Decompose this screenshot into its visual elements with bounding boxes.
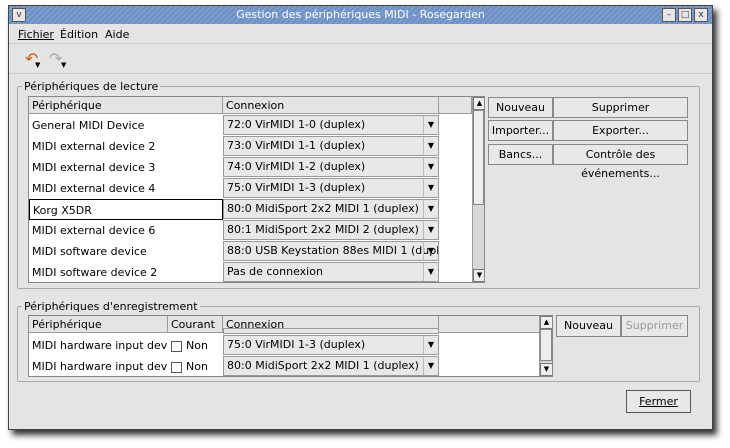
undo-dropdown-icon[interactable]: ▼ [35, 61, 40, 69]
record-legend: Périphériques d'enregistrement [24, 300, 198, 313]
device-name[interactable]: MIDI external device 4 [29, 178, 223, 199]
device-name[interactable]: MIDI external device 2 [29, 136, 223, 157]
playback-devices-table: Périphérique Connexion General MIDI Devi… [28, 96, 485, 283]
chevron-down-icon: ▼ [423, 137, 438, 155]
scroll-up-icon[interactable]: ▲ [540, 316, 552, 329]
record-new-button[interactable]: Nouveau [556, 315, 621, 337]
table-row[interactable]: MIDI software device 88:0 USB Keystation… [29, 241, 472, 262]
partial-row-combo [223, 328, 439, 334]
chevron-down-icon: ▼ [423, 179, 438, 197]
menu-edition[interactable]: Édition [60, 28, 98, 41]
chevron-down-icon: ▼ [423, 116, 438, 134]
header-connection[interactable]: Connexion [223, 97, 439, 114]
connection-select[interactable]: 80:1 MidiSport 2x2 MIDI 2 (duplex) ▼ [223, 220, 439, 240]
playback-legend: Périphériques de lecture [24, 80, 159, 93]
export-button[interactable]: Exporter... [553, 120, 688, 141]
scroll-up-icon[interactable]: ▲ [473, 97, 484, 110]
chevron-down-icon: ▼ [423, 158, 438, 176]
close-button[interactable]: Fermer [626, 390, 691, 413]
table-row[interactable]: General MIDI Device 72:0 VirMIDI 1-0 (du… [29, 115, 472, 136]
chevron-down-icon: ▼ [423, 263, 438, 281]
connection-select[interactable]: 73:0 VirMIDI 1-1 (duplex) ▼ [223, 136, 439, 156]
record-delete-button[interactable]: Supprimer [621, 315, 688, 337]
header-current[interactable]: Courant [168, 316, 223, 333]
connection-value: 80:1 MidiSport 2x2 MIDI 2 (duplex) [227, 223, 419, 236]
connection-select[interactable]: 75:0 VirMIDI 1-3 (duplex) ▼ [223, 178, 439, 198]
connection-select[interactable]: 88:0 USB Keystation 88es MIDI 1 (duplex)… [223, 241, 439, 261]
table-row[interactable]: MIDI hardware input device 5 Non 80:0 Mi… [29, 356, 539, 376]
window-menu-icon[interactable]: v [12, 8, 26, 22]
title-bar[interactable]: v Gestion des périphériques MIDI - Roseg… [9, 6, 712, 24]
minimize-icon[interactable]: – [662, 8, 676, 22]
connection-value: 74:0 VirMIDI 1-2 (duplex) [227, 160, 366, 173]
table-row[interactable]: Korg X5DR 80:0 MidiSport 2x2 MIDI 1 (dup… [29, 199, 472, 220]
connection-value: Pas de connexion [227, 265, 323, 278]
connection-select[interactable]: 75:0 VirMIDI 1-3 (duplex) ▼ [223, 335, 439, 355]
toolbar: ↶ ▼ ↷ ▼ [9, 46, 712, 74]
menu-aide[interactable]: Aide [105, 28, 129, 41]
chevron-down-icon: ▼ [423, 221, 438, 239]
device-name[interactable]: MIDI external device 3 [29, 157, 223, 178]
header-filler [439, 97, 472, 114]
chevron-down-icon: ▼ [423, 336, 438, 354]
device-name[interactable]: MIDI software device [29, 241, 223, 262]
table-row[interactable]: MIDI external device 6 80:1 MidiSport 2x… [29, 220, 472, 241]
chevron-down-icon: ▼ [423, 200, 438, 218]
chevron-down-icon: ▼ [423, 357, 438, 375]
banks-button[interactable]: Bancs... [488, 144, 553, 165]
device-name[interactable]: MIDI external device 6 [29, 220, 223, 241]
checkbox[interactable] [171, 340, 182, 352]
connection-value: 73:0 VirMIDI 1-1 (duplex) [227, 139, 366, 152]
table-row[interactable]: MIDI software device 2 Pas de connexion ▼ [29, 262, 472, 282]
playback-scrollbar[interactable]: ▲ ▼ [472, 97, 484, 282]
scrollbar-thumb[interactable] [473, 110, 484, 205]
connection-value: 75:0 VirMIDI 1-3 (duplex) [227, 338, 366, 351]
table-row[interactable]: MIDI hardware input device 4 Non 75:0 Vi… [29, 335, 539, 356]
header-device[interactable]: Périphérique [29, 97, 223, 114]
playback-delete-button[interactable]: Supprimer [553, 97, 688, 118]
record-scrollbar[interactable]: ▲ ▼ [539, 316, 552, 376]
connection-select[interactable]: Pas de connexion ▼ [223, 262, 439, 282]
scrollbar-thumb[interactable] [540, 329, 552, 361]
connection-select[interactable]: 80:0 MidiSport 2x2 MIDI 1 (duplex) ▼ [223, 356, 439, 376]
scroll-down-icon[interactable]: ▼ [540, 363, 552, 376]
table-row[interactable]: MIDI external device 4 75:0 VirMIDI 1-3 … [29, 178, 472, 199]
close-label: Fermer [639, 395, 678, 408]
current-label: Non [186, 360, 208, 373]
header-filler [439, 316, 540, 333]
current-checkbox[interactable]: Non [168, 356, 223, 376]
menu-fichier[interactable]: Fichier [18, 28, 54, 41]
playback-new-button[interactable]: Nouveau [488, 97, 553, 118]
maximize-icon[interactable]: □ [678, 8, 692, 22]
device-name[interactable]: MIDI hardware input device 5 [29, 356, 168, 376]
table-row[interactable]: MIDI external device 3 74:0 VirMIDI 1-2 … [29, 157, 472, 178]
checkbox[interactable] [171, 361, 182, 373]
device-name[interactable]: Korg X5DR [29, 199, 223, 220]
connection-value: 75:0 VirMIDI 1-3 (duplex) [227, 181, 366, 194]
current-checkbox[interactable]: Non [168, 335, 223, 356]
redo-dropdown-icon[interactable]: ▼ [61, 61, 66, 69]
table-row[interactable]: MIDI external device 2 73:0 VirMIDI 1-1 … [29, 136, 472, 157]
event-control-button[interactable]: Contrôle des événements... [553, 144, 688, 180]
connection-value: 80:0 MidiSport 2x2 MIDI 1 (duplex) [227, 359, 419, 372]
connection-value: 88:0 USB Keystation 88es MIDI 1 (duplex) [227, 244, 439, 257]
header-device[interactable]: Périphérique [29, 316, 168, 333]
window-title: Gestion des périphériques MIDI - Rosegar… [236, 8, 485, 21]
connection-select[interactable]: 74:0 VirMIDI 1-2 (duplex) ▼ [223, 157, 439, 177]
midi-devices-window: v Gestion des périphériques MIDI - Roseg… [8, 5, 713, 430]
connection-select[interactable]: 72:0 VirMIDI 1-0 (duplex) ▼ [223, 115, 439, 135]
device-name[interactable]: MIDI software device 2 [29, 262, 223, 282]
menu-bar: Fichier Édition Aide [9, 25, 712, 44]
connection-value: 72:0 VirMIDI 1-0 (duplex) [227, 118, 366, 131]
scroll-down-icon[interactable]: ▼ [473, 269, 484, 282]
import-button[interactable]: Importer... [488, 120, 553, 141]
current-label: Non [186, 339, 208, 352]
device-name[interactable]: MIDI hardware input device 4 [29, 335, 168, 356]
connection-value: 80:0 MidiSport 2x2 MIDI 1 (duplex) [227, 202, 419, 215]
chevron-down-icon: ▼ [423, 242, 438, 260]
record-devices-table: Périphérique Courant Connexion MIDI hard… [28, 315, 553, 377]
device-name[interactable]: General MIDI Device [29, 115, 223, 136]
connection-select[interactable]: 80:0 MidiSport 2x2 MIDI 1 (duplex) ▼ [223, 199, 439, 219]
close-icon[interactable]: x [694, 8, 708, 22]
